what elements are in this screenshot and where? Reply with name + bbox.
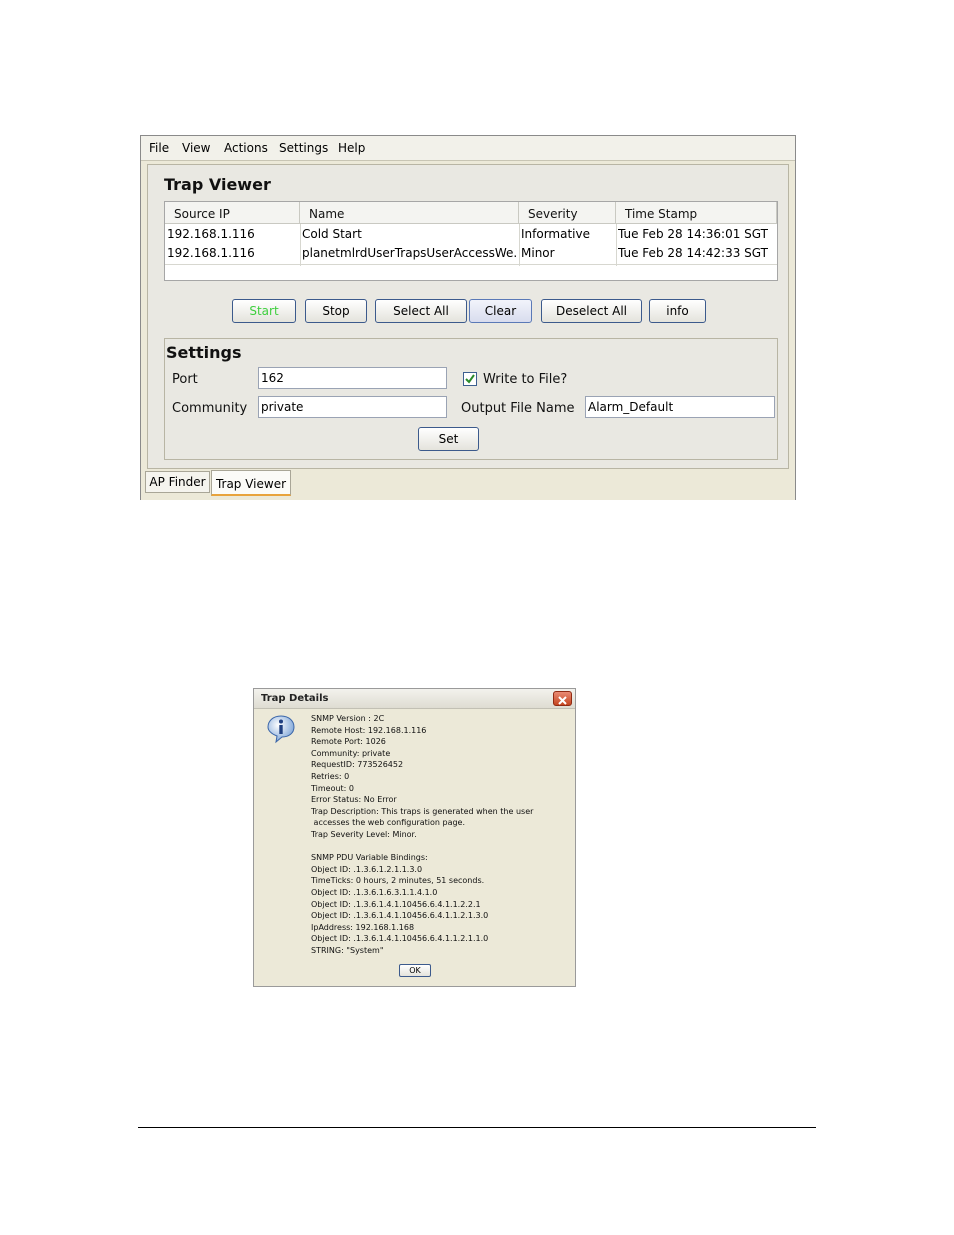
cell-name: planetmlrdUserTrapsUserAccessWe... xyxy=(302,246,518,260)
column-header-severity[interactable]: Severity xyxy=(519,202,616,224)
dialog-title-bar: Trap Details xyxy=(254,689,575,709)
detail-line: Trap Severity Level: Minor. xyxy=(311,829,417,839)
cell-name: Cold Start xyxy=(302,227,362,241)
detail-line: Remote Port: 1026 xyxy=(311,737,386,747)
set-button[interactable]: Set xyxy=(418,427,479,451)
cell-severity: Minor xyxy=(521,246,555,260)
settings-title: Settings xyxy=(166,343,242,362)
detail-line: Object ID: .1.3.6.1.6.3.1.1.4.1.0 xyxy=(311,887,438,897)
detail-line: Retries: 0 xyxy=(311,771,350,781)
select-all-button[interactable]: Select All xyxy=(375,299,467,323)
checkmark-icon xyxy=(465,374,475,384)
row-divider xyxy=(165,264,777,265)
start-button[interactable]: Start xyxy=(232,299,296,323)
menu-file[interactable]: File xyxy=(149,141,169,155)
write-to-file-label[interactable]: Write to File? xyxy=(483,372,567,387)
detail-line: SNMP Version : 2C xyxy=(311,714,385,723)
dialog-close-button[interactable] xyxy=(553,691,572,706)
detail-line: Remote Host: 192.168.1.116 xyxy=(311,725,427,735)
info-icon xyxy=(267,715,295,744)
trap-details-dialog: Trap Details SNMP Version : 2C Remote Ho… xyxy=(253,688,576,987)
detail-line: STRING: "System" xyxy=(311,945,384,955)
detail-line: RequestID: 773526452 xyxy=(311,760,404,770)
tab-bar: AP Finder Trap Viewer xyxy=(141,470,795,500)
port-label: Port xyxy=(172,372,198,387)
page-footer-rule xyxy=(138,1127,816,1128)
column-divider xyxy=(616,224,617,266)
community-label: Community xyxy=(172,401,248,416)
clear-button[interactable]: Clear xyxy=(469,299,532,323)
ok-button[interactable]: OK xyxy=(399,964,431,977)
output-file-name-label: Output File Name xyxy=(461,401,575,416)
write-to-file-checkbox[interactable] xyxy=(463,372,477,386)
tab-ap-finder[interactable]: AP Finder xyxy=(145,471,210,493)
detail-line: Timeout: 0 xyxy=(311,783,355,793)
settings-group: Settings Port 162 Community private Writ… xyxy=(164,338,778,460)
cell-time-stamp: Tue Feb 28 14:42:33 SGT xyxy=(618,246,768,260)
detail-line: Object ID: .1.3.6.1.4.1.10456.6.4.1.1.2.… xyxy=(311,911,489,921)
info-button[interactable]: info xyxy=(649,299,706,323)
column-header-name[interactable]: Name xyxy=(300,202,519,224)
menu-actions[interactable]: Actions xyxy=(224,141,268,155)
dialog-title: Trap Details xyxy=(261,693,329,704)
detail-line: Object ID: .1.3.6.1.2.1.1.3.0 xyxy=(311,864,423,874)
detail-line: TimeTicks: 0 hours, 2 minutes, 51 second… xyxy=(311,876,485,886)
detail-line: Object ID: .1.3.6.1.4.1.10456.6.4.1.1.2.… xyxy=(311,934,489,944)
trap-table[interactable]: Source IP Name Severity Time Stamp 192.1… xyxy=(164,201,778,281)
port-input[interactable]: 162 xyxy=(258,367,447,389)
detail-line: Trap Description: This traps is generate… xyxy=(311,806,534,816)
column-divider xyxy=(300,224,301,266)
trap-viewer-panel: Trap Viewer Source IP Name Severity Time… xyxy=(147,164,789,469)
detail-line: Error Status: No Error xyxy=(311,795,397,805)
tab-trap-viewer[interactable]: Trap Viewer xyxy=(211,470,291,496)
deselect-all-button[interactable]: Deselect All xyxy=(541,299,642,323)
cell-source-ip: 192.168.1.116 xyxy=(167,227,255,241)
menu-view[interactable]: View xyxy=(182,141,210,155)
column-divider xyxy=(519,224,520,266)
stop-button[interactable]: Stop xyxy=(305,299,367,323)
detail-line: Object ID: .1.3.6.1.4.1.10456.6.4.1.1.2.… xyxy=(311,899,481,909)
trap-details-text: SNMP Version : 2C Remote Host: 192.168.1… xyxy=(311,713,533,956)
menu-settings[interactable]: Settings xyxy=(279,141,328,155)
column-header-source-ip[interactable]: Source IP xyxy=(165,202,300,224)
community-input[interactable]: private xyxy=(258,396,447,418)
detail-line: accesses the web configuration page. xyxy=(311,818,466,828)
close-icon xyxy=(558,696,567,705)
column-header-time-stamp[interactable]: Time Stamp xyxy=(616,202,777,224)
cell-time-stamp: Tue Feb 28 14:36:01 SGT xyxy=(618,227,768,241)
cell-source-ip: 192.168.1.116 xyxy=(167,246,255,260)
cell-severity: Informative xyxy=(521,227,590,241)
panel-title: Trap Viewer xyxy=(164,175,271,194)
trap-viewer-window: File View Actions Settings Help Trap Vie… xyxy=(140,135,796,500)
menu-bar: File View Actions Settings Help xyxy=(141,136,795,161)
output-file-name-input[interactable]: Alarm_Default xyxy=(585,396,775,418)
detail-line: SNMP PDU Variable Bindings: xyxy=(311,853,428,863)
detail-line xyxy=(311,841,533,853)
detail-line: IpAddress: 192.168.1.168 xyxy=(311,922,415,932)
menu-help[interactable]: Help xyxy=(338,141,365,155)
detail-line: Community: private xyxy=(311,748,391,758)
